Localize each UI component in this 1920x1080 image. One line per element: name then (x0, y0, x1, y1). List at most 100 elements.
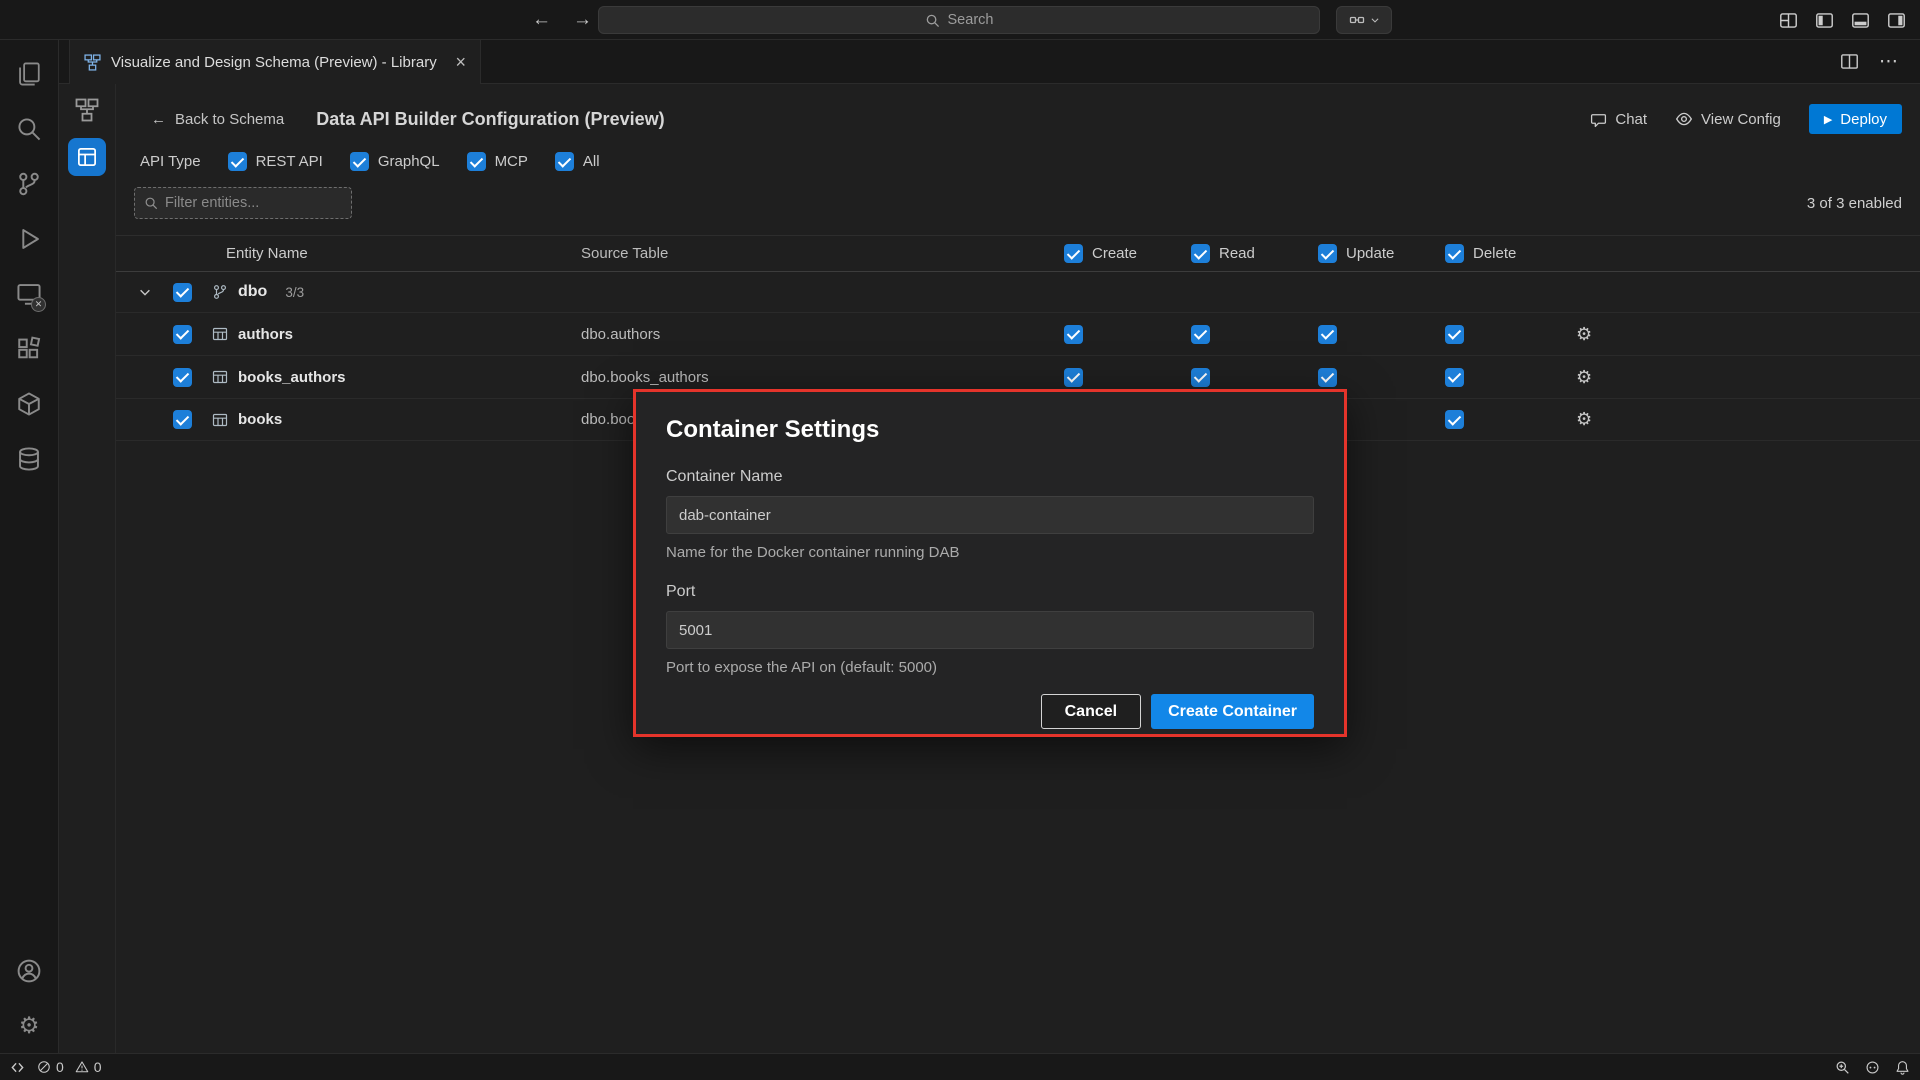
dab-configuration-icon[interactable] (68, 138, 106, 176)
view-config-label: View Config (1701, 111, 1781, 128)
table-header-row: Entity Name Source Table Create Read Upd… (116, 235, 1920, 272)
table-icon (212, 412, 228, 428)
more-actions-icon[interactable]: ⋯ (1879, 50, 1898, 73)
customize-layout-icon[interactable] (1779, 11, 1798, 30)
flow-icon (1349, 12, 1365, 28)
database-projects-icon[interactable] (5, 376, 53, 431)
back-arrow-icon[interactable]: ← (532, 9, 551, 31)
delete-all-checkbox[interactable] (1445, 244, 1464, 263)
tab-close-icon[interactable]: × (455, 52, 466, 73)
row-settings-gear-icon[interactable]: ⚙ (1576, 324, 1592, 344)
api-type-label: API Type (140, 153, 201, 170)
copilot-icon[interactable] (1865, 1060, 1880, 1075)
enabled-summary: 3 of 3 enabled (1807, 195, 1902, 212)
title-bar: ← → Search (0, 0, 1920, 40)
back-to-schema-link[interactable]: ← Back to Schema (151, 111, 284, 128)
delete-column-header: Delete (1445, 244, 1572, 263)
create-column-header: Create (1064, 244, 1191, 263)
activity-bar: ✕ ⚙ (0, 40, 59, 1053)
schema-tab-icon (84, 54, 101, 71)
read-checkbox[interactable] (1191, 368, 1210, 387)
page-title: Data API Builder Configuration (Preview) (316, 109, 664, 130)
remote-indicator[interactable] (10, 1060, 25, 1075)
row-select-checkbox[interactable] (173, 410, 192, 429)
collapse-chevron-icon[interactable] (116, 285, 162, 299)
row-select-checkbox[interactable] (173, 368, 192, 387)
create-checkbox[interactable] (1064, 325, 1083, 344)
filter-entities-input-wrapper (134, 187, 352, 219)
row-select-checkbox[interactable] (173, 325, 192, 344)
source-table: dbo.authors (557, 326, 1064, 343)
filter-all[interactable]: All (555, 152, 600, 171)
group-select-checkbox[interactable] (173, 283, 192, 302)
toggle-panel-icon[interactable] (1851, 11, 1870, 30)
search-sidebar-icon[interactable] (5, 101, 53, 156)
entity-name: books (238, 411, 282, 428)
schema-designer-icon[interactable] (75, 98, 99, 122)
entity-name: authors (238, 326, 293, 343)
deploy-button[interactable]: ▶ Deploy (1809, 104, 1902, 134)
filter-graphql[interactable]: GraphQL (350, 152, 440, 171)
tab-bar: Visualize and Design Schema (Preview) - … (59, 40, 1920, 84)
rest-api-label: REST API (256, 153, 323, 170)
group-name: dbo (238, 283, 267, 301)
create-container-button[interactable]: Create Container (1151, 694, 1314, 729)
tab-visualize-schema[interactable]: Visualize and Design Schema (Preview) - … (69, 40, 481, 85)
rest-api-checkbox[interactable] (228, 152, 247, 171)
delete-checkbox[interactable] (1445, 325, 1464, 344)
filter-mcp[interactable]: MCP (467, 152, 528, 171)
delete-checkbox[interactable] (1445, 368, 1464, 387)
layout-flow-dropdown[interactable] (1336, 6, 1392, 34)
delete-checkbox[interactable] (1445, 410, 1464, 429)
view-config-button[interactable]: View Config (1675, 110, 1781, 128)
problems-indicator[interactable]: 0 0 (37, 1059, 102, 1075)
dialog-title: Container Settings (666, 416, 1314, 444)
warning-count: 0 (94, 1059, 102, 1075)
update-checkbox[interactable] (1318, 325, 1337, 344)
filter-entities-input[interactable] (165, 195, 352, 211)
all-label: All (583, 153, 600, 170)
explorer-icon[interactable] (5, 46, 53, 101)
eye-icon (1675, 110, 1693, 128)
search-icon (925, 13, 940, 28)
all-checkbox[interactable] (555, 152, 574, 171)
container-name-input[interactable] (666, 496, 1314, 534)
filter-rest-api[interactable]: REST API (228, 152, 323, 171)
database-icon[interactable] (5, 431, 53, 486)
toggle-primary-sidebar-icon[interactable] (1815, 11, 1834, 30)
create-checkbox[interactable] (1064, 368, 1083, 387)
deploy-label: Deploy (1840, 111, 1887, 128)
error-count: 0 (56, 1059, 64, 1075)
remote-explorer-icon[interactable]: ✕ (5, 266, 53, 321)
error-icon (37, 1060, 51, 1074)
split-editor-icon[interactable] (1840, 52, 1859, 71)
graphql-label: GraphQL (378, 153, 440, 170)
row-settings-gear-icon[interactable]: ⚙ (1576, 409, 1592, 429)
chat-button[interactable]: Chat (1590, 111, 1647, 128)
command-center-search[interactable]: Search (598, 6, 1320, 34)
port-help: Port to expose the API on (default: 5000… (666, 659, 1314, 676)
graphql-checkbox[interactable] (350, 152, 369, 171)
toggle-secondary-sidebar-icon[interactable] (1887, 11, 1906, 30)
cancel-button[interactable]: Cancel (1041, 694, 1141, 729)
settings-gear-icon[interactable]: ⚙ (5, 998, 53, 1053)
source-control-icon[interactable] (5, 156, 53, 211)
update-all-checkbox[interactable] (1318, 244, 1337, 263)
notifications-bell-icon[interactable] (1895, 1060, 1910, 1075)
account-icon[interactable] (5, 943, 53, 998)
row-settings-gear-icon[interactable]: ⚙ (1576, 367, 1592, 387)
read-checkbox[interactable] (1191, 325, 1210, 344)
source-table: dbo.books_authors (557, 369, 1064, 386)
chat-label: Chat (1615, 111, 1647, 128)
run-debug-icon[interactable] (5, 211, 53, 266)
chat-icon (1590, 111, 1607, 128)
read-all-checkbox[interactable] (1191, 244, 1210, 263)
forward-arrow-icon[interactable]: → (573, 9, 592, 31)
update-checkbox[interactable] (1318, 368, 1337, 387)
mcp-checkbox[interactable] (467, 152, 486, 171)
table-row: authors dbo.authors ⚙ (116, 312, 1920, 355)
zoom-icon[interactable] (1835, 1060, 1850, 1075)
extensions-icon[interactable] (5, 321, 53, 376)
create-all-checkbox[interactable] (1064, 244, 1083, 263)
port-input[interactable] (666, 611, 1314, 649)
